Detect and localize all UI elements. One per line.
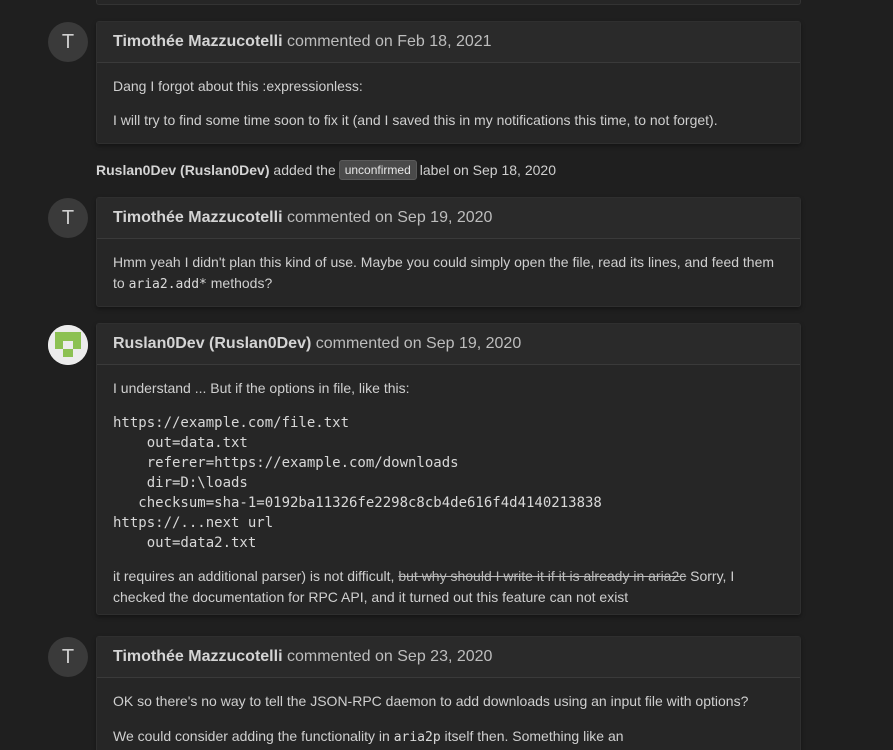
comment-text: itself then. Something like an xyxy=(440,728,624,744)
strikethrough-text: but why should I write it if it is alrea… xyxy=(398,568,687,584)
code-line: https://example.com/file.txt xyxy=(113,415,350,431)
comment-paragraph: I will try to find some time soon to fix… xyxy=(113,112,718,128)
comment-box: Timothée Mazzucotelli commented on Sep 2… xyxy=(96,636,801,750)
comment-body: Dang I forgot about this :expressionless… xyxy=(97,63,800,131)
code-line: out=data2.txt xyxy=(113,535,257,551)
unconfirmed-label-badge[interactable]: unconfirmed xyxy=(338,160,417,180)
comment-header: Timothée Mazzucotelli commented on Sep 2… xyxy=(97,637,800,678)
avatar[interactable]: T xyxy=(48,22,88,62)
comment-body: OK so there's no way to tell the JSON-RP… xyxy=(97,678,800,748)
previous-comment-box xyxy=(96,0,801,5)
code-line: referer=https://example.com/downloads xyxy=(146,455,459,471)
comment-header: Timothée Mazzucotelli commented on Sep 1… xyxy=(97,198,800,239)
comment-box: Ruslan0Dev (Ruslan0Dev) commented on Sep… xyxy=(96,323,801,615)
code-line: https://...next url xyxy=(113,515,274,531)
comment-timestamp[interactable]: commented on Sep 19, 2020 xyxy=(316,335,521,352)
comment-header: Ruslan0Dev (Ruslan0Dev) commented on Sep… xyxy=(97,324,800,365)
avatar[interactable]: T xyxy=(48,198,88,238)
comment-author[interactable]: Timothée Mazzucotelli xyxy=(113,209,283,226)
event-text: label on Sep 18, 2020 xyxy=(419,162,556,178)
comment-body: I understand ... But if the options in f… xyxy=(97,365,800,608)
comment-author[interactable]: Timothée Mazzucotelli xyxy=(113,33,283,50)
comment-timestamp[interactable]: commented on Sep 19, 2020 xyxy=(287,209,492,226)
code-block: https://example.com/file.txt out=data.tx… xyxy=(113,399,784,553)
code-line: out=data.txt xyxy=(146,435,248,451)
issue-timeline: T Timothée Mazzucotelli commented on Feb… xyxy=(0,0,893,750)
comment-timestamp[interactable]: commented on Sep 23, 2020 xyxy=(287,648,492,665)
comment-body: Hmm yeah I didn't plan this kind of use.… xyxy=(97,239,800,295)
comment-text: methods? xyxy=(206,275,273,291)
avatar[interactable]: T xyxy=(48,637,88,677)
label-event: Ruslan0Dev (Ruslan0Dev) added the unconfi… xyxy=(96,158,556,182)
code-line: checksum=sha-1=0192ba11326fe2298c8cb4de6… xyxy=(138,495,602,511)
comment-paragraph: I understand ... But if the options in f… xyxy=(113,380,410,396)
comment-box: Timothée Mazzucotelli commented on Sep 1… xyxy=(96,197,801,307)
event-text: added the xyxy=(273,162,336,178)
comment-author[interactable]: Timothée Mazzucotelli xyxy=(113,648,283,665)
comment-paragraph: Dang I forgot about this :expressionless… xyxy=(113,78,363,94)
event-actor[interactable]: Ruslan0Dev (Ruslan0Dev) xyxy=(96,162,270,178)
comment-box: Timothée Mazzucotelli commented on Feb 1… xyxy=(96,21,801,144)
comment-text: it requires an additional parser) is not… xyxy=(113,568,399,584)
comment-text: We could consider adding the functionali… xyxy=(113,728,394,744)
inline-code: aria2p xyxy=(393,730,441,745)
comment-paragraph: it requires an additional parser) is not… xyxy=(113,553,784,608)
comment-paragraph: Hmm yeah I didn't plan this kind of use.… xyxy=(113,239,784,295)
comment-author[interactable]: Ruslan0Dev (Ruslan0Dev) xyxy=(113,335,311,352)
identicon-icon xyxy=(48,325,88,365)
comment-header: Timothée Mazzucotelli commented on Feb 1… xyxy=(97,22,800,63)
inline-code: aria2.add* xyxy=(128,277,207,292)
code-line: dir=D:\loads xyxy=(146,475,248,491)
comment-timestamp[interactable]: commented on Feb 18, 2021 xyxy=(287,33,492,50)
comment-paragraph: We could consider adding the functionali… xyxy=(113,712,784,748)
identicon-avatar[interactable] xyxy=(48,325,88,365)
comment-paragraph: OK so there's no way to tell the JSON-RP… xyxy=(113,693,749,709)
